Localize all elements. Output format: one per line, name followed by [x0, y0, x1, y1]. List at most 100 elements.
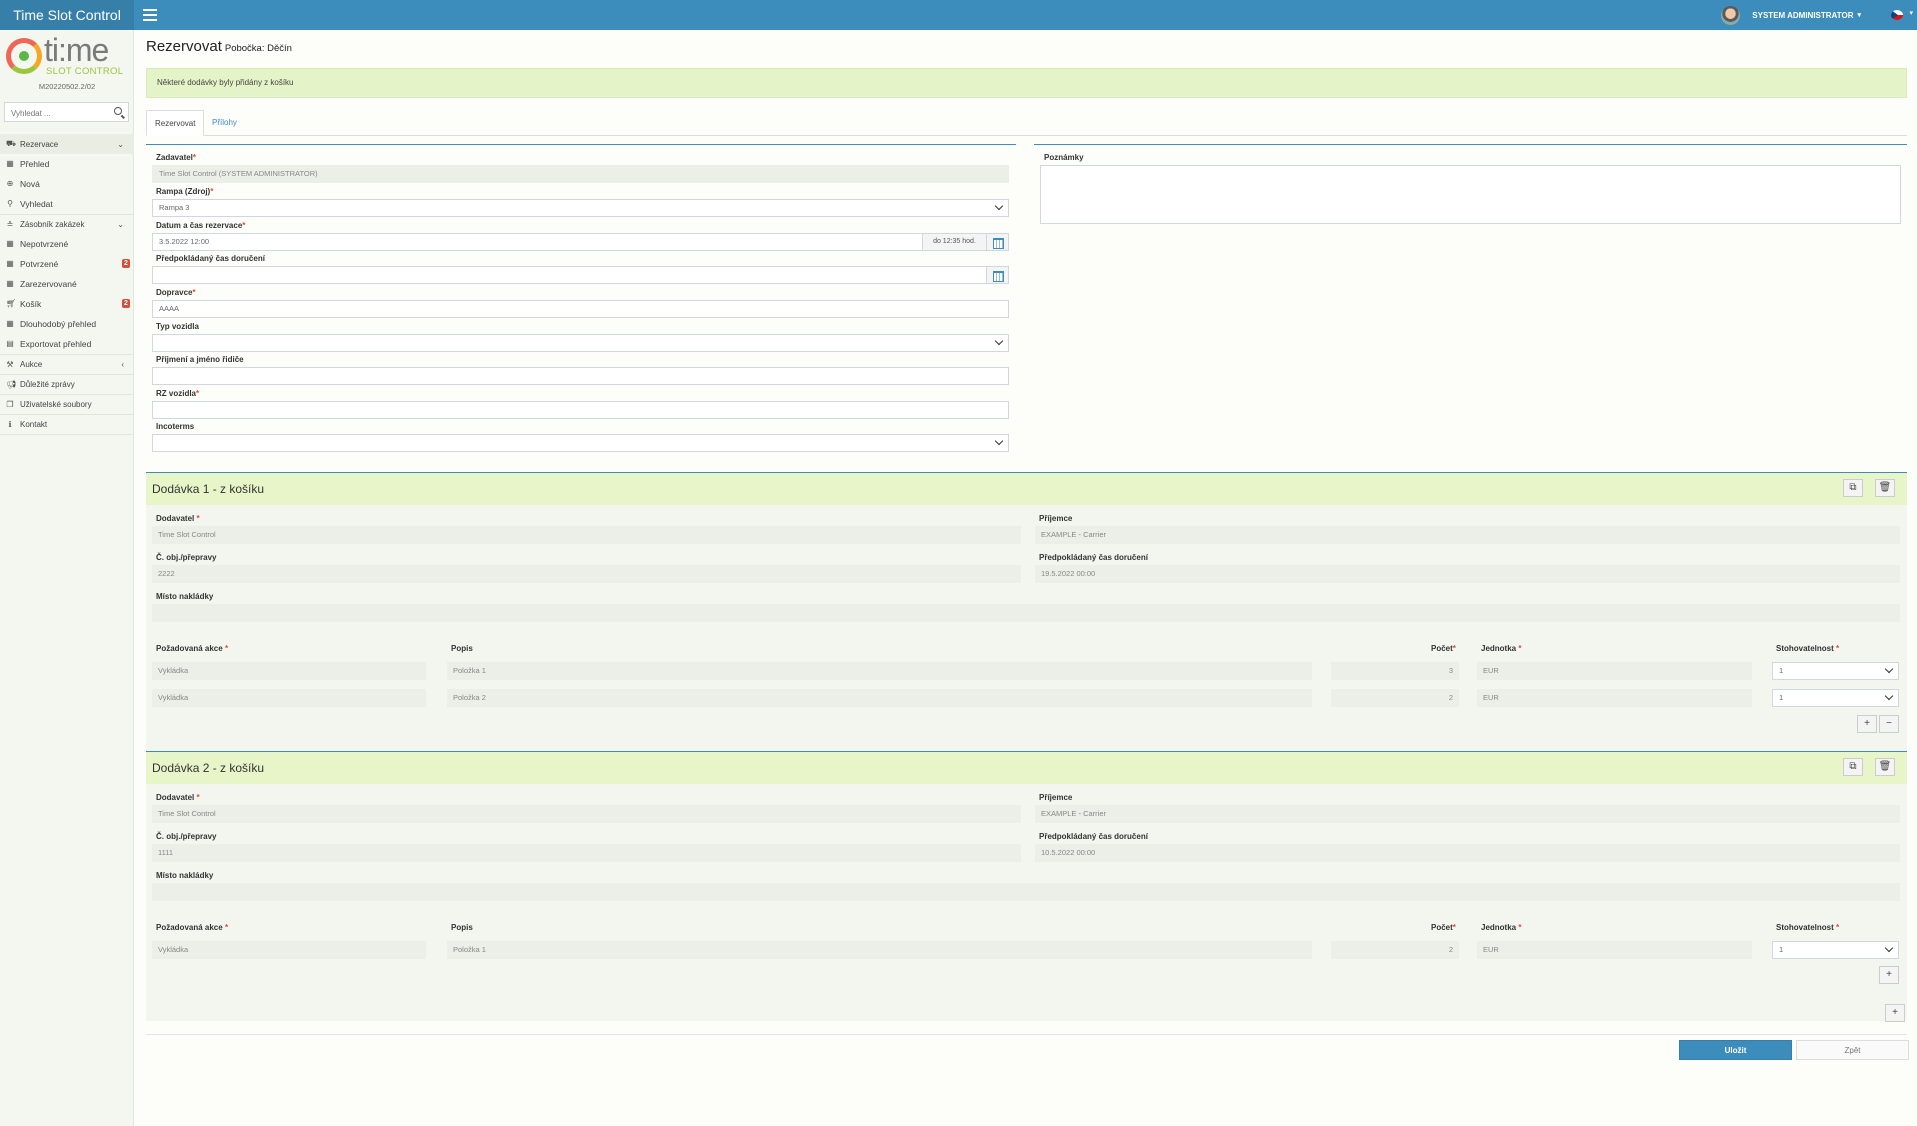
tab-rezervovat[interactable]: Rezervovat	[146, 110, 205, 136]
sidebar-item-kosik[interactable]: 🛒︎ Košík 2	[0, 294, 134, 314]
stoh-select[interactable]: 1	[1772, 941, 1899, 959]
stoh-select[interactable]: 1	[1772, 662, 1899, 680]
sidebar-menu: ⛟ Rezervace ⌄ ▦ Přehled ⊕ Nová ⚲ Vyhledat ≗ Zá…	[0, 134, 134, 435]
stoh-header: Stohovatelnost *	[1776, 923, 1839, 932]
field-value: 3.5.2022 12:00	[159, 237, 210, 246]
add-shipment-icon[interactable]: +	[1885, 1004, 1905, 1022]
prijemce-label: Příjemce	[1039, 514, 1073, 523]
rampa-select[interactable]: Rampa 3	[152, 199, 1009, 217]
rz-field[interactable]	[152, 401, 1009, 419]
sidebar-item-prehled[interactable]: ▦ Přehled	[0, 154, 134, 174]
sidebar-item-zarezervovane[interactable]: ▦ Zarezervované	[0, 274, 134, 294]
pocet-header: Počet*	[1431, 923, 1456, 932]
required-marker: *	[1518, 644, 1522, 653]
chevron-down-icon: ⌄	[117, 139, 124, 149]
app-title[interactable]: Time Slot Control	[0, 0, 134, 30]
sidebar-item-export[interactable]: ▤ Exportovat přehled	[0, 334, 134, 354]
calendar-icon[interactable]	[986, 234, 1008, 250]
predp-field[interactable]	[152, 266, 1009, 284]
typ-select[interactable]	[152, 334, 1009, 352]
popis-header: Popis	[451, 923, 473, 932]
shipment-title: Dodávka 2 - z košíku	[146, 752, 1907, 784]
misto-field	[152, 604, 1900, 622]
predp-label: Předpokládaný čas doručení	[1039, 553, 1148, 562]
logo-subtitle: SLOT CONTROL	[46, 66, 124, 77]
required-marker: *	[224, 644, 229, 653]
akce-cell: Vykládka	[152, 941, 426, 959]
required-marker: *	[224, 923, 229, 932]
edit-icon[interactable]: ⧉	[1843, 479, 1863, 497]
stoh-select[interactable]: 1	[1772, 689, 1899, 707]
ridic-field[interactable]	[152, 367, 1009, 385]
predp-field: 10.5.2022 00:00	[1035, 844, 1900, 862]
pocet-cell: 2	[1331, 689, 1459, 707]
sidebar-item-nepotvrzene[interactable]: ▦ Nepotvrzené	[0, 234, 134, 254]
sidebar-item-kontakt[interactable]: ℹ Kontakt	[0, 414, 134, 434]
notes-textarea[interactable]	[1040, 165, 1901, 224]
logo-ring-icon	[6, 38, 42, 74]
user-menu[interactable]: SYSTEM ADMINISTRATOR ▾	[1721, 0, 1861, 30]
dopravce-label: Dopravce*	[156, 288, 196, 297]
jednotka-header: Jednotka *	[1481, 923, 1521, 932]
dodavatel-field: Time Slot Control	[152, 805, 1021, 823]
stack-icon: ≗	[6, 219, 14, 229]
sidebar-item-label: Vyhledat	[20, 199, 53, 209]
search-icon[interactable]	[114, 107, 122, 115]
avatar	[1721, 5, 1741, 25]
sidebar-item-potvrzene[interactable]: ▦ Potvrzené 2	[0, 254, 134, 274]
required-marker: *	[242, 221, 246, 230]
calendar-icon: ▦	[6, 159, 14, 168]
dopravce-field[interactable]: AAAA	[152, 300, 1009, 318]
prijemce-field: EXAMPLE - Carrier	[1035, 805, 1900, 823]
select-value: 1	[1779, 693, 1784, 702]
sidebar-item-nova[interactable]: ⊕ Nová	[0, 174, 134, 194]
calendar-icon[interactable]	[986, 267, 1008, 283]
label-text: Jednotka	[1481, 644, 1517, 653]
sidebar-item-soubory[interactable]: ❐ Uživatelské soubory	[0, 394, 134, 414]
files-icon: ❐	[6, 399, 14, 409]
megaphone-icon: 📢︎	[6, 379, 17, 389]
sidebar-group-rezervace[interactable]: ⛟ Rezervace ⌄	[0, 134, 134, 154]
file-export-icon: ▤	[6, 339, 14, 348]
add-row-icon[interactable]: +	[1857, 715, 1877, 733]
plus-circle-icon: ⊕	[6, 179, 14, 188]
popis-cell: Položka 2	[447, 689, 1312, 707]
trash-icon[interactable]: 🗑︎	[1875, 758, 1895, 776]
stoh-header: Stohovatelnost *	[1776, 644, 1839, 653]
calendar-icon: ▦	[6, 279, 14, 288]
czech-flag-icon[interactable]	[1891, 10, 1903, 20]
sidebar-group-zasobnik[interactable]: ≗ Zásobník zakázek ⌄	[0, 214, 134, 234]
sidebar-item-label: Zarezervované	[20, 279, 77, 289]
sidebar-item-dlouhodoby[interactable]: ▦ Dlouhodobý přehled	[0, 314, 134, 334]
prijemce-label: Příjemce	[1039, 793, 1073, 802]
page-subtitle: Pobočka: Děčín	[224, 43, 292, 54]
remove-row-icon[interactable]: −	[1879, 715, 1899, 733]
edit-icon[interactable]: ⧉	[1843, 758, 1863, 776]
search-input[interactable]	[5, 104, 105, 123]
cart-icon: 🛒︎	[6, 299, 17, 308]
tab-prilohy[interactable]: Přílohy	[204, 110, 245, 136]
sidebar-search	[4, 102, 129, 123]
typ-label: Typ vozidla	[156, 322, 199, 331]
datum-label: Datum a čas rezervace*	[156, 221, 245, 230]
label-text: Počet	[1431, 923, 1453, 932]
calendar-icon: ▦	[6, 259, 14, 268]
datum-field[interactable]: 3.5.2022 12:00 do 12:35 hod.	[152, 233, 1009, 251]
incoterms-select[interactable]	[152, 434, 1009, 452]
sidebar-item-vyhledat[interactable]: ⚲ Vyhledat	[0, 194, 134, 214]
required-marker: *	[1452, 923, 1456, 932]
sidebar-item-label: Nová	[20, 179, 40, 189]
jednotka-cell: EUR	[1477, 689, 1752, 707]
trash-icon[interactable]: 🗑︎	[1875, 479, 1895, 497]
shipment-2: Dodávka 2 - z košíku ⧉ 🗑︎ Dodavatel * Ti…	[146, 751, 1907, 1021]
add-row-icon[interactable]: +	[1879, 966, 1899, 984]
label-text: Rampa (Zdroj)	[156, 187, 211, 196]
hamburger-menu-icon[interactable]	[143, 9, 157, 21]
back-button[interactable]: Zpět	[1796, 1040, 1909, 1060]
sidebar-item-zpravy[interactable]: 📢︎ Důležité zprávy	[0, 374, 134, 394]
shipment-1: Dodávka 1 - z košíku ⧉ 🗑︎ Dodavatel * Ti…	[146, 472, 1907, 769]
save-button[interactable]: Uložit	[1679, 1040, 1792, 1060]
shipment-title: Dodávka 1 - z košíku	[146, 473, 1907, 505]
sidebar-group-aukce[interactable]: ⚒ Aukce ‹	[0, 354, 134, 374]
count-badge: 2	[122, 259, 130, 268]
